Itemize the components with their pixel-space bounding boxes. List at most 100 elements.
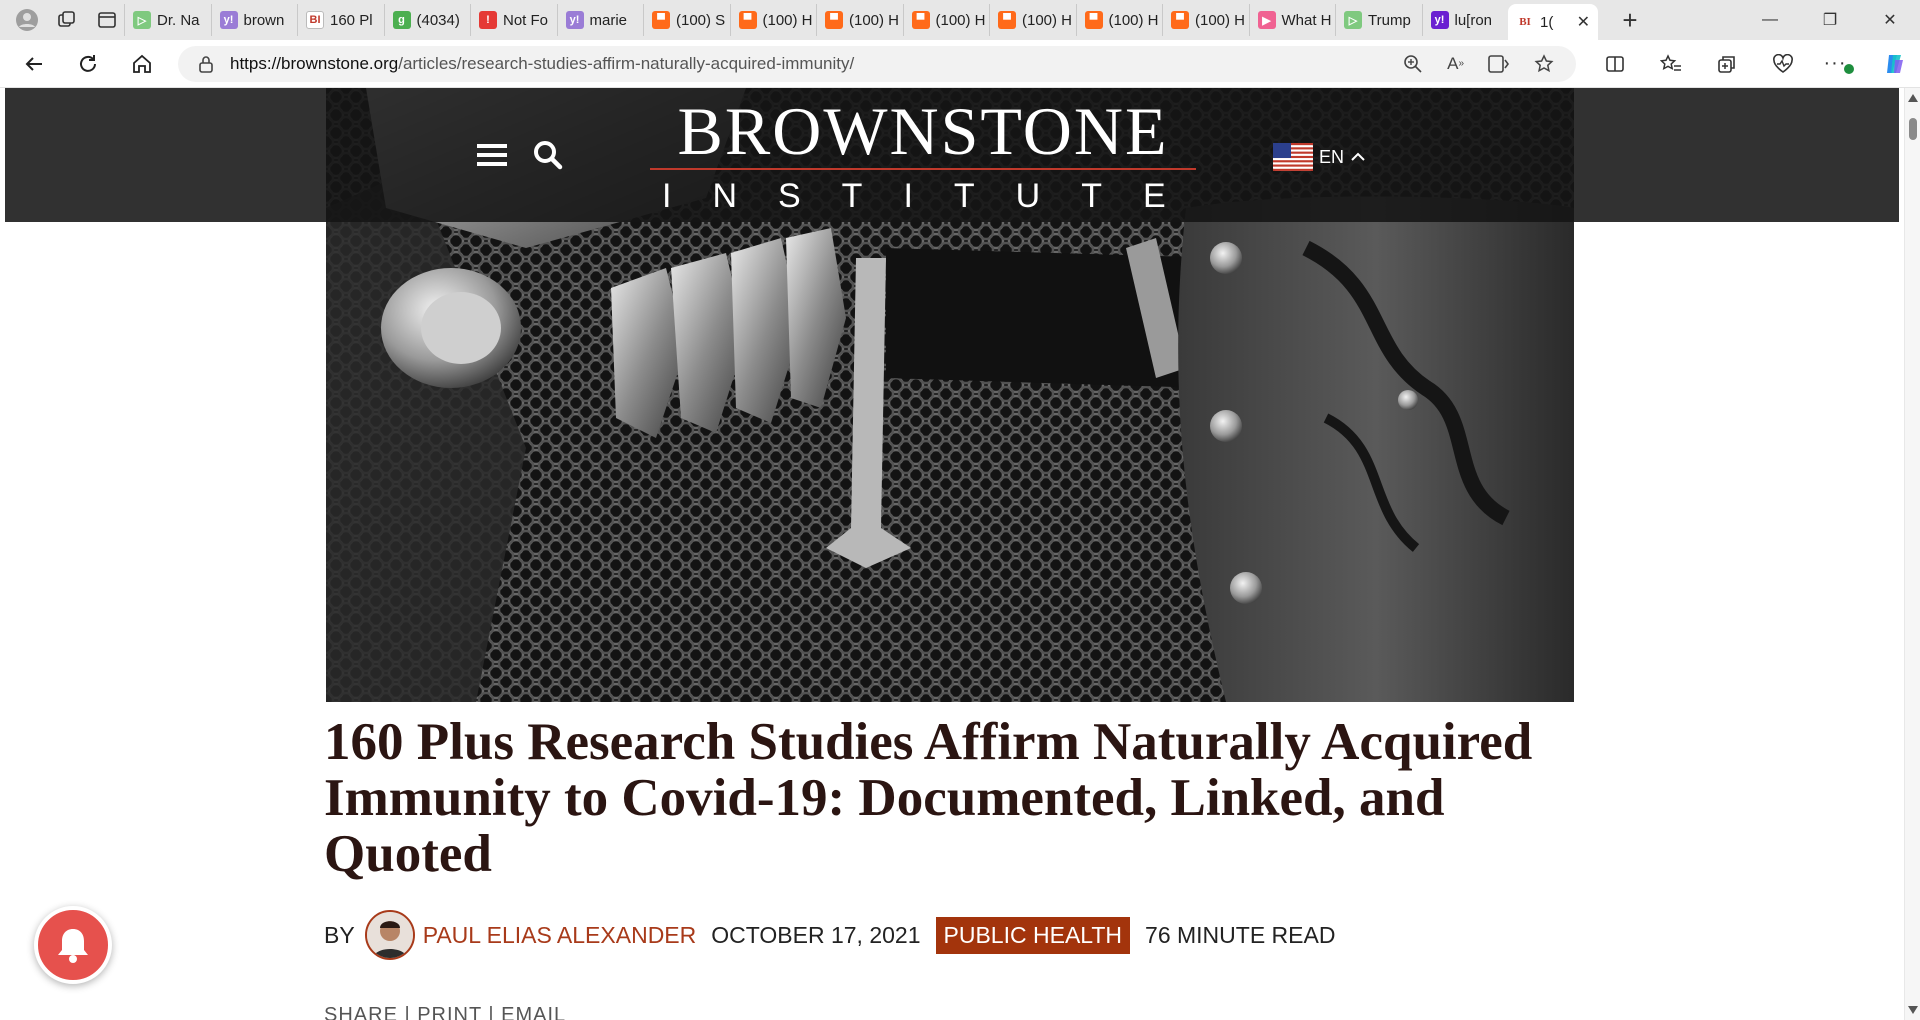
url-path: /articles/research-studies-affirm-natura… [398,53,855,73]
tab-title: (100) H [1108,11,1159,29]
tab-favicon: ▀ [911,11,930,29]
tab-favicon: y! [1430,11,1449,29]
scroll-thumb[interactable] [1909,118,1917,140]
tab-favicon: y! [565,11,584,29]
tab-favicon: ▶ [1257,11,1276,29]
favorites-icon[interactable] [1650,46,1692,82]
logo-line-2: INSTITUTE [662,177,1207,215]
language-label: EN [1319,146,1345,167]
chevron-up-icon [1351,152,1365,161]
url-host: https://brownstone.org [230,53,399,73]
tab-title: Trump [1368,11,1411,29]
tab-list: ▷ Dr. Na y! brown BI 160 Pl g (4034)! Not Fo y! ma… [124,0,1508,40]
read-aloud-icon[interactable]: A» [1447,54,1464,74]
profile-icon[interactable] [10,3,44,37]
new-tab-button[interactable]: + [1610,4,1650,36]
tab-title: (4034) [416,11,460,29]
zoom-icon[interactable] [1403,54,1423,74]
favorite-star-icon[interactable] [1534,53,1554,74]
close-window-icon[interactable]: ✕ [1860,0,1920,40]
tab-favicon: ▷ [133,11,151,29]
site-header: BROWNSTONE INSTITUTE EN [5,88,1899,222]
scroll-down-arrow[interactable] [1908,1006,1918,1014]
tab-title: (100) H [849,11,900,29]
browser-tab-strip: ▷ Dr. Na y! brown BI 160 Pl g (4034)! Not Fo y! ma… [0,0,1920,40]
hamburger-menu-icon[interactable] [477,143,507,172]
search-icon[interactable] [533,140,563,175]
tab-actions-icon[interactable] [90,3,124,37]
tab-title: 1( [1540,13,1554,31]
tab-title: (100) H [1022,11,1073,29]
tab-title: What H [1281,11,1332,29]
browser-tab[interactable]: y! marie [556,4,644,36]
close-tab-icon[interactable]: ✕ [1577,12,1590,32]
language-selector[interactable]: EN [1273,143,1366,171]
browser-tab[interactable]: y! lu[ron [1421,4,1509,36]
tab-favicon: ▀ [1171,11,1189,29]
publish-date: OCTOBER 17, 2021 [711,921,921,948]
browser-essentials-icon[interactable] [1762,46,1804,82]
page-scrollbar[interactable] [1904,88,1920,1020]
collections-icon[interactable] [1706,46,1748,82]
brownstone-logo[interactable]: BROWNSTONE INSTITUTE [648,93,1207,216]
author-link[interactable]: PAUL ELIAS ALEXANDER [423,922,697,949]
tab-title: lu[ron [1454,11,1493,29]
tab-favicon: y! [219,11,238,29]
browser-tab[interactable]: ! Not Fo [470,4,557,36]
category-badge[interactable]: PUBLIC HEALTH [935,916,1131,954]
active-tab[interactable]: BI 1( ✕ [1508,4,1598,40]
article-byline: BY PAUL ELIAS ALEXANDER OCTOBER 17, 2021… [324,910,1335,960]
tab-favicon: ▀ [652,11,670,29]
tab-favicon: ▷ [1344,11,1362,29]
browser-tab[interactable]: ▀ (100) H [989,4,1076,36]
tab-favicon: ▀ [998,11,1016,29]
browser-tab[interactable]: ▷ Dr. Na [124,4,211,36]
copilot-icon[interactable] [1874,46,1916,82]
notification-bell-button[interactable] [34,906,112,984]
back-button[interactable] [12,44,56,84]
more-options-icon[interactable]: ··· [1818,46,1860,82]
tab-title: 160 Pl [330,11,373,29]
brownstone-favicon: BI [1519,16,1531,28]
lock-icon[interactable] [198,55,218,73]
minimize-icon[interactable]: — [1740,0,1800,40]
tab-favicon: ▀ [738,11,757,29]
tab-title: Dr. Na [157,11,200,29]
url-text[interactable]: https://brownstone.org/articles/research… [230,54,1403,74]
tab-title: (100) H [1195,11,1246,29]
browser-tab[interactable]: g (4034) [383,4,471,36]
browser-tab[interactable]: ▀ (100) H [1075,4,1163,36]
browser-tab[interactable]: ▶ What H [1248,4,1336,36]
tab-favicon: ! [479,11,497,29]
tab-title: (100) H [935,11,986,29]
refresh-button[interactable] [66,44,110,84]
immersive-reader-icon[interactable] [1488,54,1510,74]
browser-tab[interactable]: ▀ (100) H [1162,4,1249,36]
us-flag-icon [1273,143,1313,171]
home-button[interactable] [120,44,164,84]
author-avatar[interactable] [364,910,415,960]
browser-tab[interactable]: ▀ (100) H [902,4,990,36]
browser-tab[interactable]: ▷ Trump [1335,4,1422,36]
split-screen-icon[interactable] [1594,46,1636,82]
tab-title: brown [243,11,285,29]
browser-tab[interactable]: ▀ (100) H [729,4,817,36]
share-links[interactable]: SHARE | PRINT | EMAIL [324,1004,566,1020]
read-time: 76 MINUTE READ [1145,921,1336,948]
workspaces-icon[interactable] [50,3,84,37]
tab-title: marie [589,11,628,29]
tab-title: (100) S [676,11,726,29]
tab-favicon: ▀ [825,11,843,29]
browser-tab[interactable]: ▀ (100) S [643,4,730,36]
address-bar[interactable]: https://brownstone.org/articles/research… [178,45,1576,82]
tab-title: (100) H [762,11,813,29]
article-title: 160 Plus Research Studies Affirm Natural… [324,713,1533,883]
browser-tab[interactable]: ▀ (100) H [816,4,903,36]
tab-favicon: ▀ [1084,11,1103,29]
tab-title: Not Fo [503,11,549,29]
logo-line-1: BROWNSTONE [677,93,1169,169]
browser-tab[interactable]: BI 160 Pl [297,4,384,36]
scroll-up-arrow[interactable] [1908,94,1918,102]
browser-tab[interactable]: y! brown [210,4,298,36]
restore-icon[interactable]: ❐ [1800,0,1860,40]
